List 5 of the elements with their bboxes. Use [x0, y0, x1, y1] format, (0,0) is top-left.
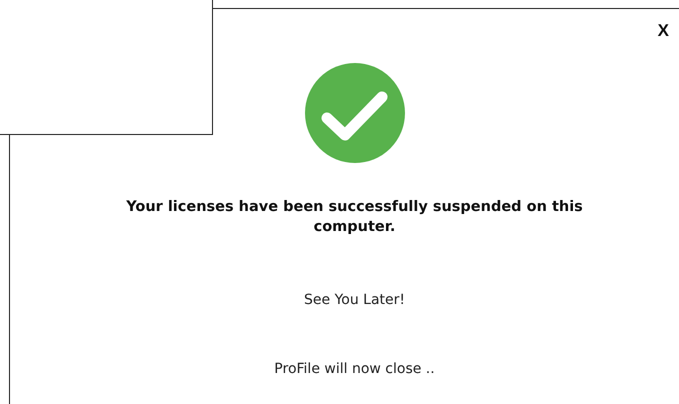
success-check-icon [304, 63, 404, 163]
closing-notice: ProFile will now close .. [274, 361, 435, 377]
success-message: Your licenses have been successfully suspended on this computer. [125, 198, 584, 237]
farewell-text: See You Later! [304, 292, 405, 308]
close-button[interactable]: X [658, 21, 669, 41]
